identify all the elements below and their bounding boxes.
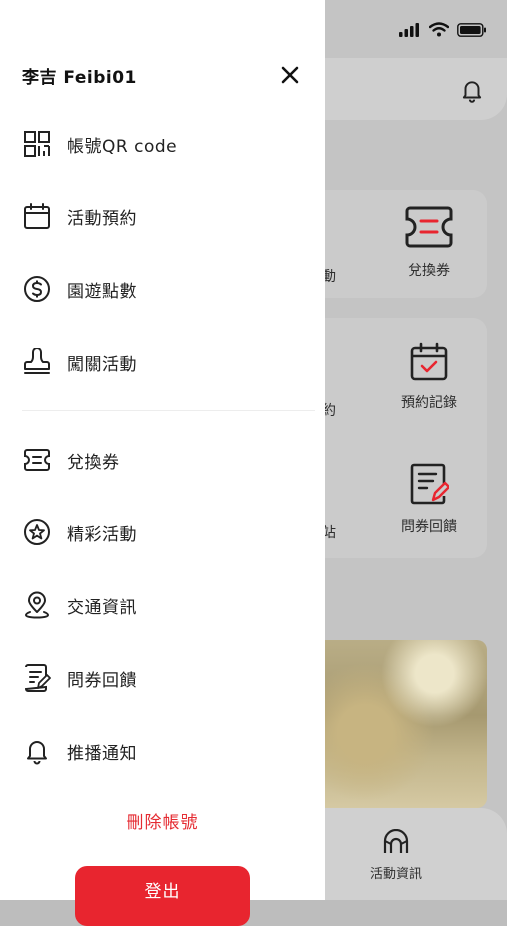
menu-item-label: 精彩活動 [67,524,137,545]
menu-item-transport[interactable]: 交通資訊 [22,587,303,623]
ticket-icon [405,206,453,248]
bg-item-booking-record: 預約記錄 [384,342,474,412]
bg-tab-label: 活動資訊 [369,867,422,882]
arch-icon [383,829,409,853]
bg-item-booking-record-label: 預約記錄 [401,395,457,411]
menu-item-label: 推播通知 [67,743,137,764]
menu-item-label: 兌換券 [67,452,120,473]
menu-item-label: 問券回饋 [67,670,137,691]
bg-banner-image [300,640,487,808]
menu-divider [22,410,315,411]
survey-icon [410,463,449,505]
bg-item-coupon: 兌換券 [384,204,474,280]
menu-item-push-notification[interactable]: 推播通知 [22,733,303,769]
dollar-coin-icon [22,274,52,304]
stamp-icon [22,347,52,377]
qr-code-icon [22,129,52,159]
bell-icon [22,736,52,766]
bg-item-survey: 問券回饋 [384,462,474,536]
menu-item-label: 闖關活動 [67,354,137,375]
ticket-icon [22,445,52,475]
menu-item-label: 活動預約 [67,208,137,229]
logout-button[interactable]: 登出 [75,866,250,926]
calendar-check-icon [410,342,448,381]
location-pin-icon [22,590,52,620]
menu-item-challenge[interactable]: 闖關活動 [22,344,303,380]
bg-item-survey-label: 問券回饋 [401,519,457,535]
bg-bell-icon [459,78,485,108]
status-bar [399,22,487,37]
bg-tab-activity-info: 活動資訊 [356,829,436,882]
menu-item-activity-booking[interactable]: 活動預約 [22,198,303,234]
drawer-header: 李吉 Feibi01 [22,62,303,88]
calendar-icon [22,201,52,231]
close-icon [281,66,299,84]
menu-item-featured-events[interactable]: 精彩活動 [22,514,303,550]
delete-account-link[interactable]: 刪除帳號 [0,808,325,833]
menu-item-coupon[interactable]: 兌換券 [22,442,303,478]
menu-item-points[interactable]: 園遊點數 [22,271,303,307]
signal-icon [399,22,419,37]
star-badge-icon [22,517,52,547]
menu-item-qr-code[interactable]: 帳號QR code [22,126,303,162]
wifi-icon [429,22,449,37]
close-button[interactable] [277,62,303,88]
bg-item-coupon-label: 兌換券 [408,263,450,279]
survey-icon [22,663,52,693]
menu-item-survey[interactable]: 問券回饋 [22,660,303,696]
menu-item-label: 園遊點數 [67,281,137,302]
menu-item-label: 帳號QR code [67,136,178,157]
user-name: 李吉 Feibi01 [22,67,137,88]
battery-icon [457,22,486,37]
side-drawer: 李吉 Feibi01 帳號QR code 活動預約 園遊點數 闖關活動 兌換券 … [0,0,325,926]
menu-item-label: 交通資訊 [67,597,137,618]
